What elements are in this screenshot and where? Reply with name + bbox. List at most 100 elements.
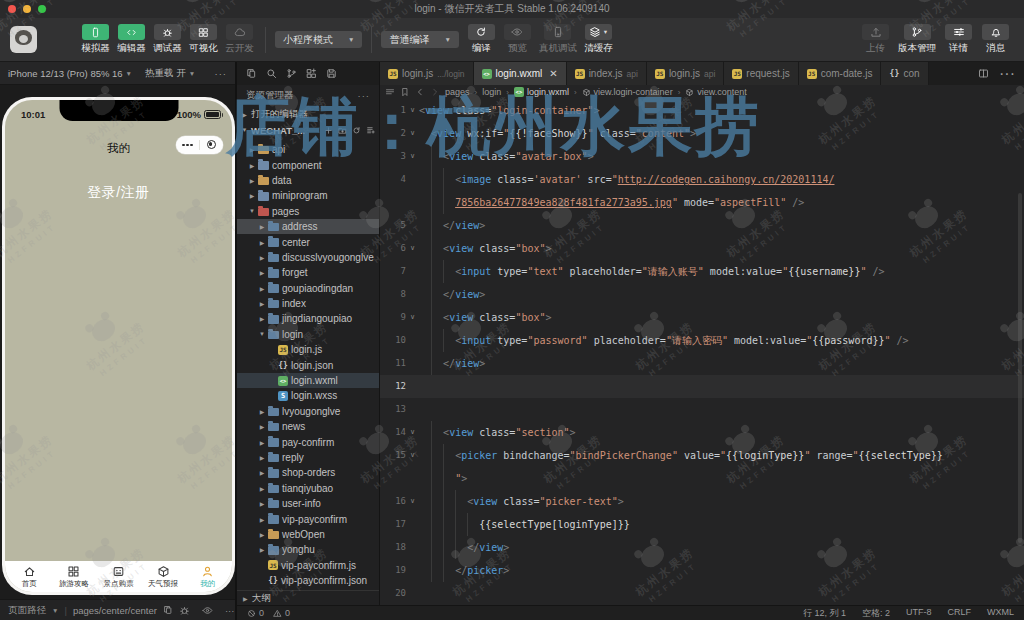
tree-item-login.js[interactable]: JSlogin.js [237,342,379,357]
breadcrumb-item-login[interactable]: login [482,87,501,97]
phone-tab-天气预报[interactable]: 天气预报 [141,561,186,592]
code-area[interactable]: 1∨<view class="login-container">2∨ <view… [380,99,1024,605]
tree-item-news[interactable]: ▶news [237,419,379,434]
editor-tab-request.js[interactable]: JSrequest.js [724,62,798,85]
exit-icon[interactable] [200,140,223,149]
toolbar-云开发-button[interactable]: 云开发 [223,24,256,55]
refresh-explorer-icon[interactable] [352,126,361,135]
tree-item-vip-payconfirm.json[interactable]: {}vip-payconfirm.json [237,573,379,588]
tabs-more-button[interactable]: ··· [999,65,1015,83]
page-path-select[interactable]: 页面路径 [8,604,46,617]
new-folder-icon[interactable] [338,126,347,135]
preview-icon[interactable] [202,605,213,616]
breadcrumb-item-pages[interactable]: pages [445,87,470,97]
editor-tab-com-date.js[interactable]: JScom-date.js [799,62,882,85]
tree-item-vip-payconfirm.js[interactable]: JSvip-payconfirm.js [237,558,379,573]
copy-view-icon[interactable] [246,68,257,79]
toolbar-预览-button[interactable]: 预览 [501,24,534,55]
save-view-icon[interactable] [326,68,337,79]
eol-setting[interactable]: CRLF [947,607,971,620]
tree-item-reply[interactable]: ▶reply [237,450,379,465]
tree-item-index[interactable]: ▶index [237,296,379,311]
tree-item-goupiaodingdan[interactable]: ▶goupiaodingdan [237,281,379,296]
copy-path-icon[interactable] [163,605,173,615]
phone-tab-旅游攻略[interactable]: 旅游攻略 [52,561,97,592]
collapse-folders-icon[interactable] [366,126,375,135]
compile-select[interactable]: 普通编译▼ [381,31,458,48]
outline-section[interactable]: ▶大纲 [237,590,379,605]
editor-tab-con[interactable]: {}con [881,62,928,85]
breadcrumb-item-view.login-container[interactable]: view.login-container [582,87,673,97]
toolbar-详情-button[interactable]: 详情 [942,24,975,55]
editor-tab-login.js[interactable]: JSlogin.js.../login [380,62,474,85]
tree-item-jingdiangoupiao[interactable]: ▶jingdiangoupiao [237,311,379,326]
encoding[interactable]: UTF-8 [906,607,932,620]
mode-select[interactable]: 小程序模式▼ [275,31,362,48]
editor-tab-index.js[interactable]: JSindex.jsapi [567,62,647,85]
explorer-more-button[interactable]: ··· [358,90,371,101]
phone-tab-首页[interactable]: 首页 [7,561,52,592]
tree-item-center[interactable]: ▶center [237,234,379,249]
search-view-icon[interactable] [266,68,277,79]
squares-view-icon[interactable] [306,68,317,79]
toolbar-可视化-button[interactable]: 可视化 [187,24,220,55]
tree-item-vip-payconfirm[interactable]: ▶vip-payconfirm [237,511,379,526]
forward-icon[interactable] [430,87,440,97]
breadcrumb-item-view.content[interactable]: view.content [685,87,747,97]
open-editors-section[interactable]: ▶打开的编辑器 [237,106,379,122]
tree-item-address[interactable]: ▶address [237,219,379,234]
toolbar-真机调试-button[interactable]: 真机调试 [537,24,579,55]
editor-tab-login.js[interactable]: JSlogin.jsapi [647,62,724,85]
simulator-more-button[interactable]: ··· [215,68,228,79]
toolbar-编译-button[interactable]: 编译 [465,24,498,55]
login-register-link[interactable]: 登录/注册 [5,184,232,202]
editor-scrollbar[interactable] [1018,193,1022,543]
toolbar-调试器-button[interactable]: 调试器 [151,24,184,55]
split-editor-icon[interactable] [978,68,989,79]
tree-item-shop-orders[interactable]: ▶shop-orders [237,465,379,480]
device-select[interactable]: iPhone 12/13 (Pro) 85% 16 [8,68,123,79]
tree-item-yonghu[interactable]: ▶yonghu [237,542,379,557]
toolbar-上传-button[interactable]: 上传 [859,24,892,55]
tree-item-pages[interactable]: ▼pages [237,204,379,219]
project-root-section[interactable]: ▼WECHAT_... [237,122,379,138]
phone-tab-我的[interactable]: 我的 [185,561,230,592]
tree-item-tianqiyubao[interactable]: ▶tianqiyubao [237,481,379,496]
problems-indicator[interactable]: 0 0 [247,608,290,618]
tree-item-pay-confirm[interactable]: ▶pay-confirm [237,434,379,449]
cursor-position[interactable]: 行 12, 列 1 [803,607,846,620]
indent-setting[interactable]: 空格: 2 [862,607,890,620]
phone-tab-景点购票[interactable]: 景点购票 [96,561,141,592]
tree-item-login[interactable]: ▼login [237,327,379,342]
breadcrumb-item-login.wxml[interactable]: <>login.wxml [514,87,569,97]
bookmark-icon[interactable] [400,87,410,97]
tree-item-component[interactable]: ▶component [237,157,379,172]
tree-item-lvyougonglve[interactable]: ▶lvyougonglve [237,404,379,419]
close-tab-icon[interactable]: ✕ [549,68,557,79]
hot-reload-toggle[interactable]: 热重载 开 [145,67,186,80]
toolbar-模拟器-button[interactable]: 模拟器 [79,24,112,55]
debug-icon[interactable] [179,605,190,616]
capsule-button[interactable] [176,136,223,154]
new-file-icon[interactable] [324,126,333,135]
toolbar-清缓存-button[interactable]: ▼清缓存 [582,24,615,55]
breadcrumb-list-icon[interactable] [385,87,395,97]
toolbar-消息-button[interactable]: 消息 [979,24,1012,55]
tree-item-api[interactable]: ▶api [237,142,379,157]
toolbar-版本管理-button[interactable]: 版本管理 [896,24,938,55]
tree-item-data[interactable]: ▶data [237,173,379,188]
more-menu-icon[interactable] [176,144,199,147]
tree-item-login.wxss[interactable]: Slogin.wxss [237,388,379,403]
toolbar-编辑器-button[interactable]: 编辑器 [115,24,148,55]
language-mode[interactable]: WXML [987,607,1014,620]
back-icon[interactable] [415,87,425,97]
tree-item-webOpen[interactable]: ▶webOpen [237,527,379,542]
branch-view-icon[interactable] [286,68,297,79]
tree-item-login.wxml[interactable]: <>login.wxml [237,373,379,388]
tree-item-forget[interactable]: ▶forget [237,265,379,280]
tree-item-miniprogram[interactable]: ▶miniprogram [237,188,379,203]
editor-tab-login.wxml[interactable]: <>login.wxml✕ [474,62,567,85]
tree-item-user-info[interactable]: ▶user-info [237,496,379,511]
tree-item-login.json[interactable]: {}login.json [237,357,379,372]
tree-item-discusslvyougonglve[interactable]: ▶discusslvyougonglve [237,250,379,265]
